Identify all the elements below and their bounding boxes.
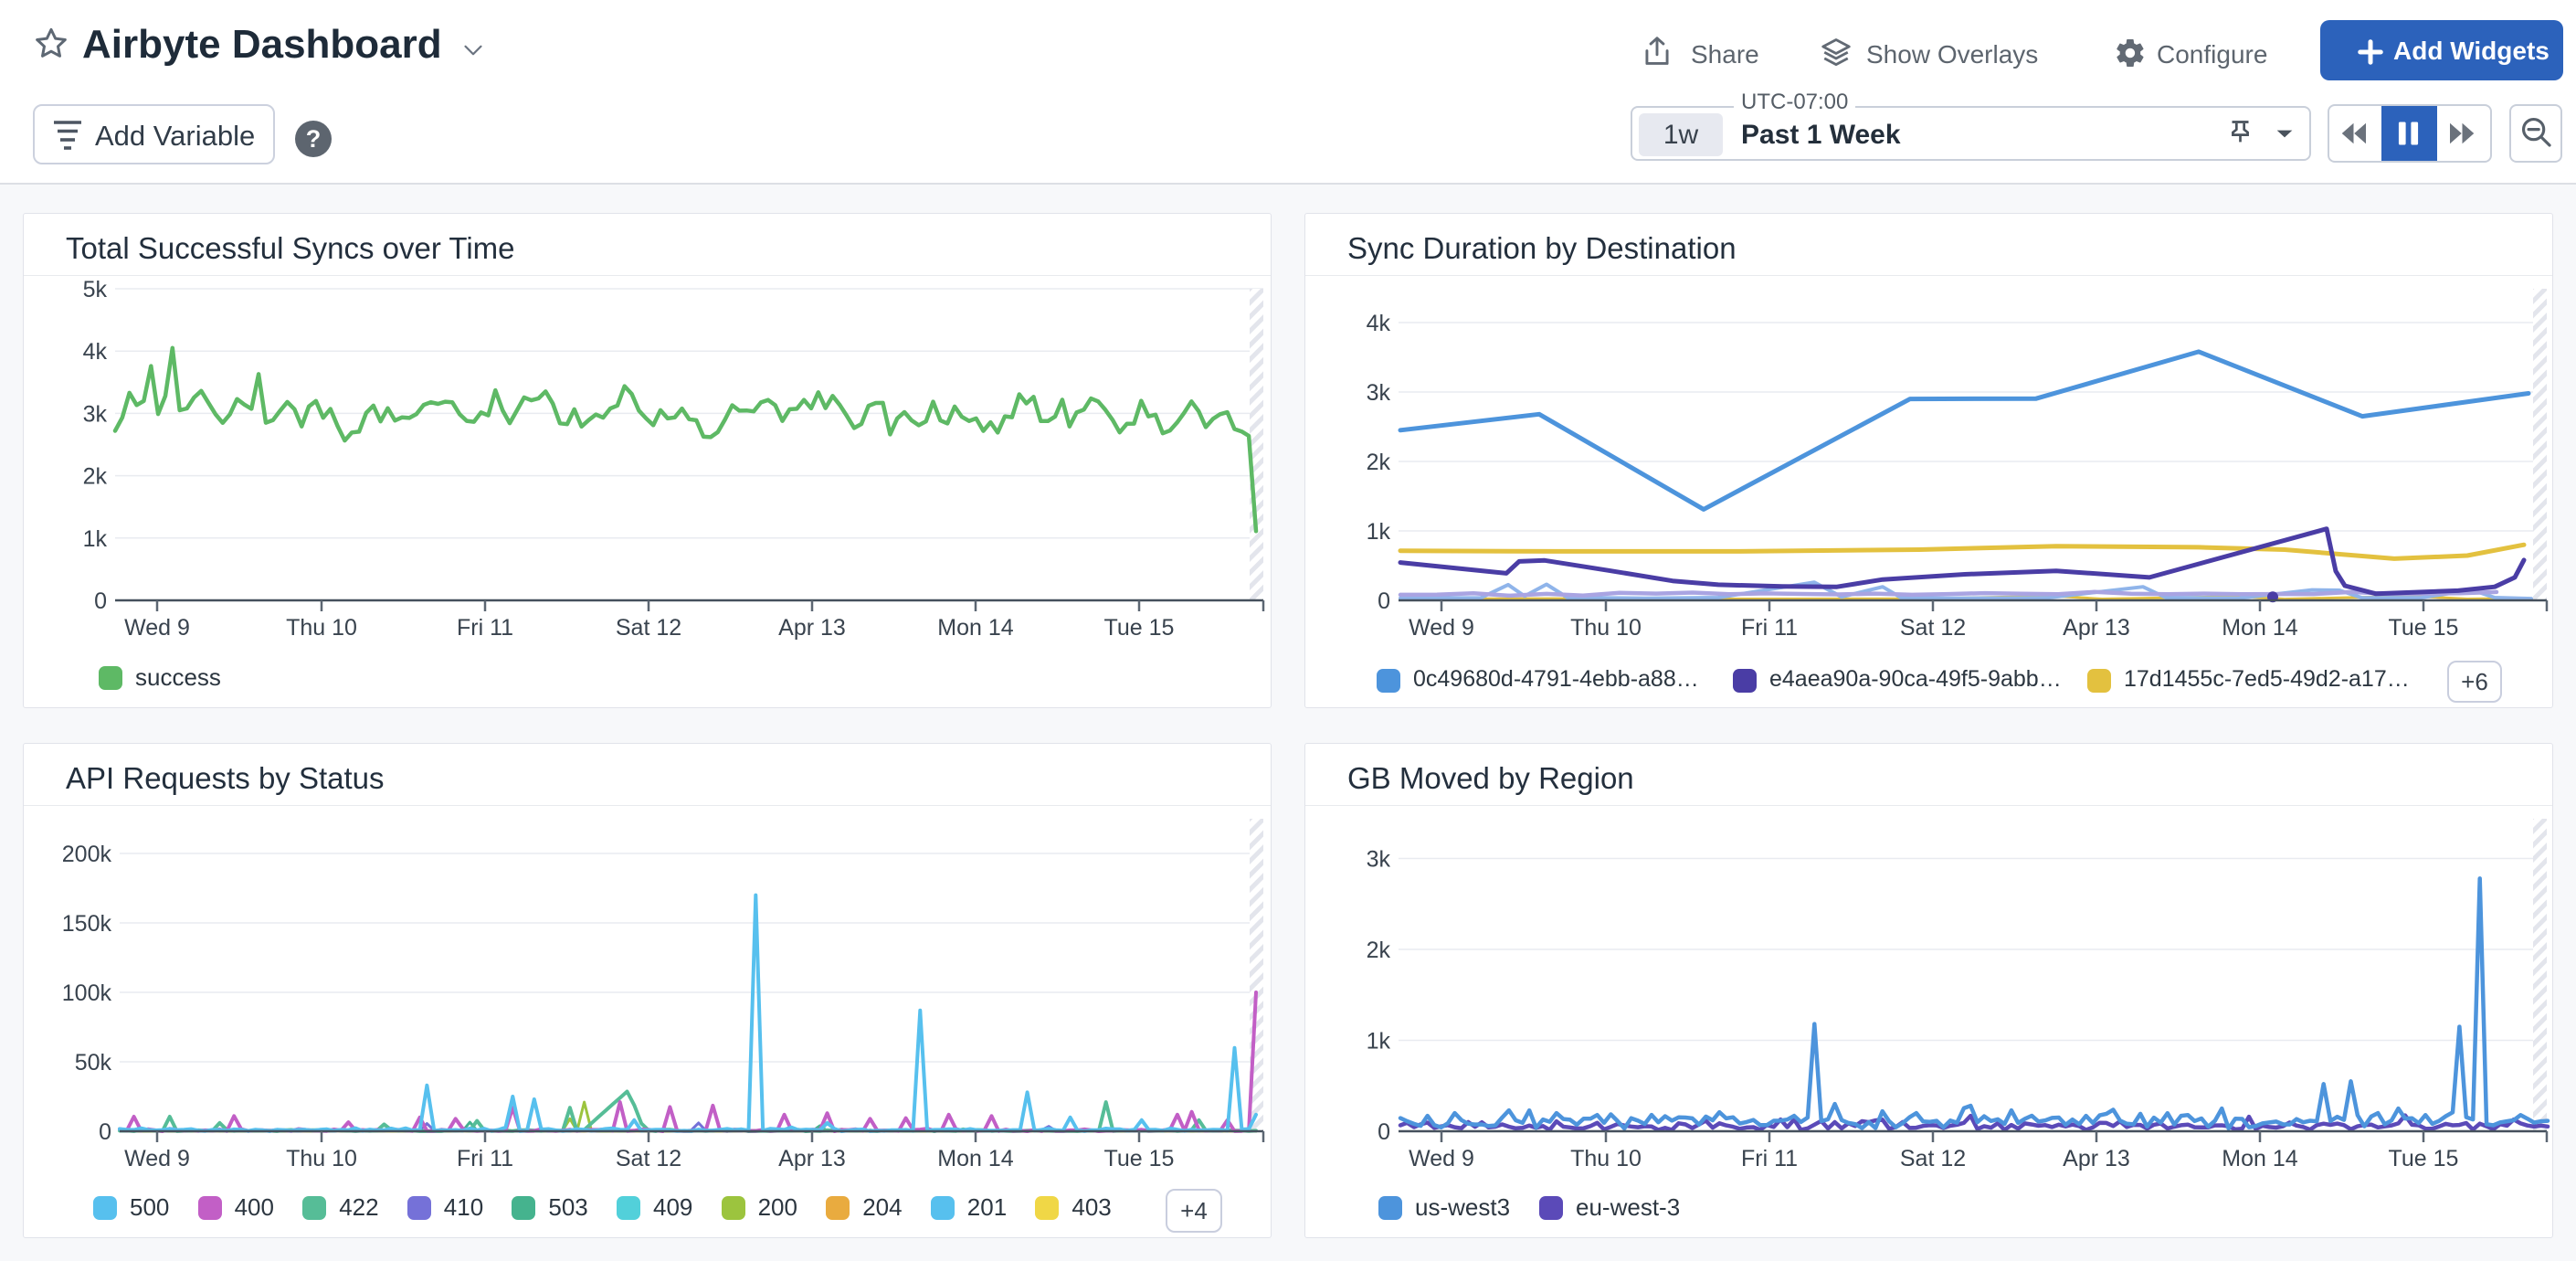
svg-text:Fri 11: Fri 11 [457,1146,513,1171]
svg-text:1k: 1k [1367,1029,1391,1054]
svg-text:Wed 9: Wed 9 [124,615,190,641]
svg-text:2k: 2k [1367,450,1391,475]
svg-text:5k: 5k [83,277,108,302]
svg-text:Sat 12: Sat 12 [616,615,681,641]
svg-text:2k: 2k [1367,938,1391,963]
svg-text:3k: 3k [1367,380,1391,406]
svg-text:Tue 15: Tue 15 [1104,615,1175,641]
svg-text:Thu 10: Thu 10 [1570,1146,1642,1171]
svg-text:Mon 14: Mon 14 [937,615,1013,641]
svg-text:1k: 1k [1367,519,1391,545]
svg-text:Mon 14: Mon 14 [937,1146,1013,1171]
svg-text:4k: 4k [83,339,108,365]
svg-text:Thu 10: Thu 10 [1570,615,1642,641]
svg-text:Apr 13: Apr 13 [778,615,846,641]
svg-text:Apr 13: Apr 13 [778,1146,846,1171]
svg-text:2k: 2k [83,464,108,490]
svg-text:0: 0 [1378,1119,1390,1145]
svg-text:200k: 200k [62,842,112,867]
svg-text:Sat 12: Sat 12 [1900,615,1966,641]
svg-text:Fri 11: Fri 11 [457,615,513,641]
svg-text:Mon 14: Mon 14 [2222,615,2297,641]
svg-text:100k: 100k [62,980,112,1006]
svg-text:150k: 150k [62,911,112,937]
svg-text:Apr 13: Apr 13 [2063,615,2130,641]
svg-text:0: 0 [99,1119,111,1145]
svg-text:1k: 1k [83,526,108,552]
svg-text:Apr 13: Apr 13 [2063,1146,2130,1171]
svg-text:Fri 11: Fri 11 [1741,1146,1798,1171]
svg-text:Thu 10: Thu 10 [286,615,357,641]
svg-text:Tue 15: Tue 15 [2389,1146,2459,1171]
svg-text:50k: 50k [75,1050,112,1076]
svg-text:Mon 14: Mon 14 [2222,1146,2297,1171]
svg-text:Wed 9: Wed 9 [124,1146,190,1171]
svg-text:3k: 3k [83,401,108,427]
svg-text:Sat 12: Sat 12 [616,1146,681,1171]
svg-text:Tue 15: Tue 15 [2389,615,2459,641]
svg-text:Wed 9: Wed 9 [1409,1146,1474,1171]
svg-text:Tue 15: Tue 15 [1104,1146,1175,1171]
svg-text:0: 0 [1378,588,1390,614]
svg-text:0: 0 [94,588,107,614]
svg-text:4k: 4k [1367,311,1391,336]
svg-text:Fri 11: Fri 11 [1741,615,1798,641]
svg-text:3k: 3k [1367,847,1391,873]
svg-text:Sat 12: Sat 12 [1900,1146,1966,1171]
svg-text:Wed 9: Wed 9 [1409,615,1474,641]
svg-text:Thu 10: Thu 10 [286,1146,357,1171]
